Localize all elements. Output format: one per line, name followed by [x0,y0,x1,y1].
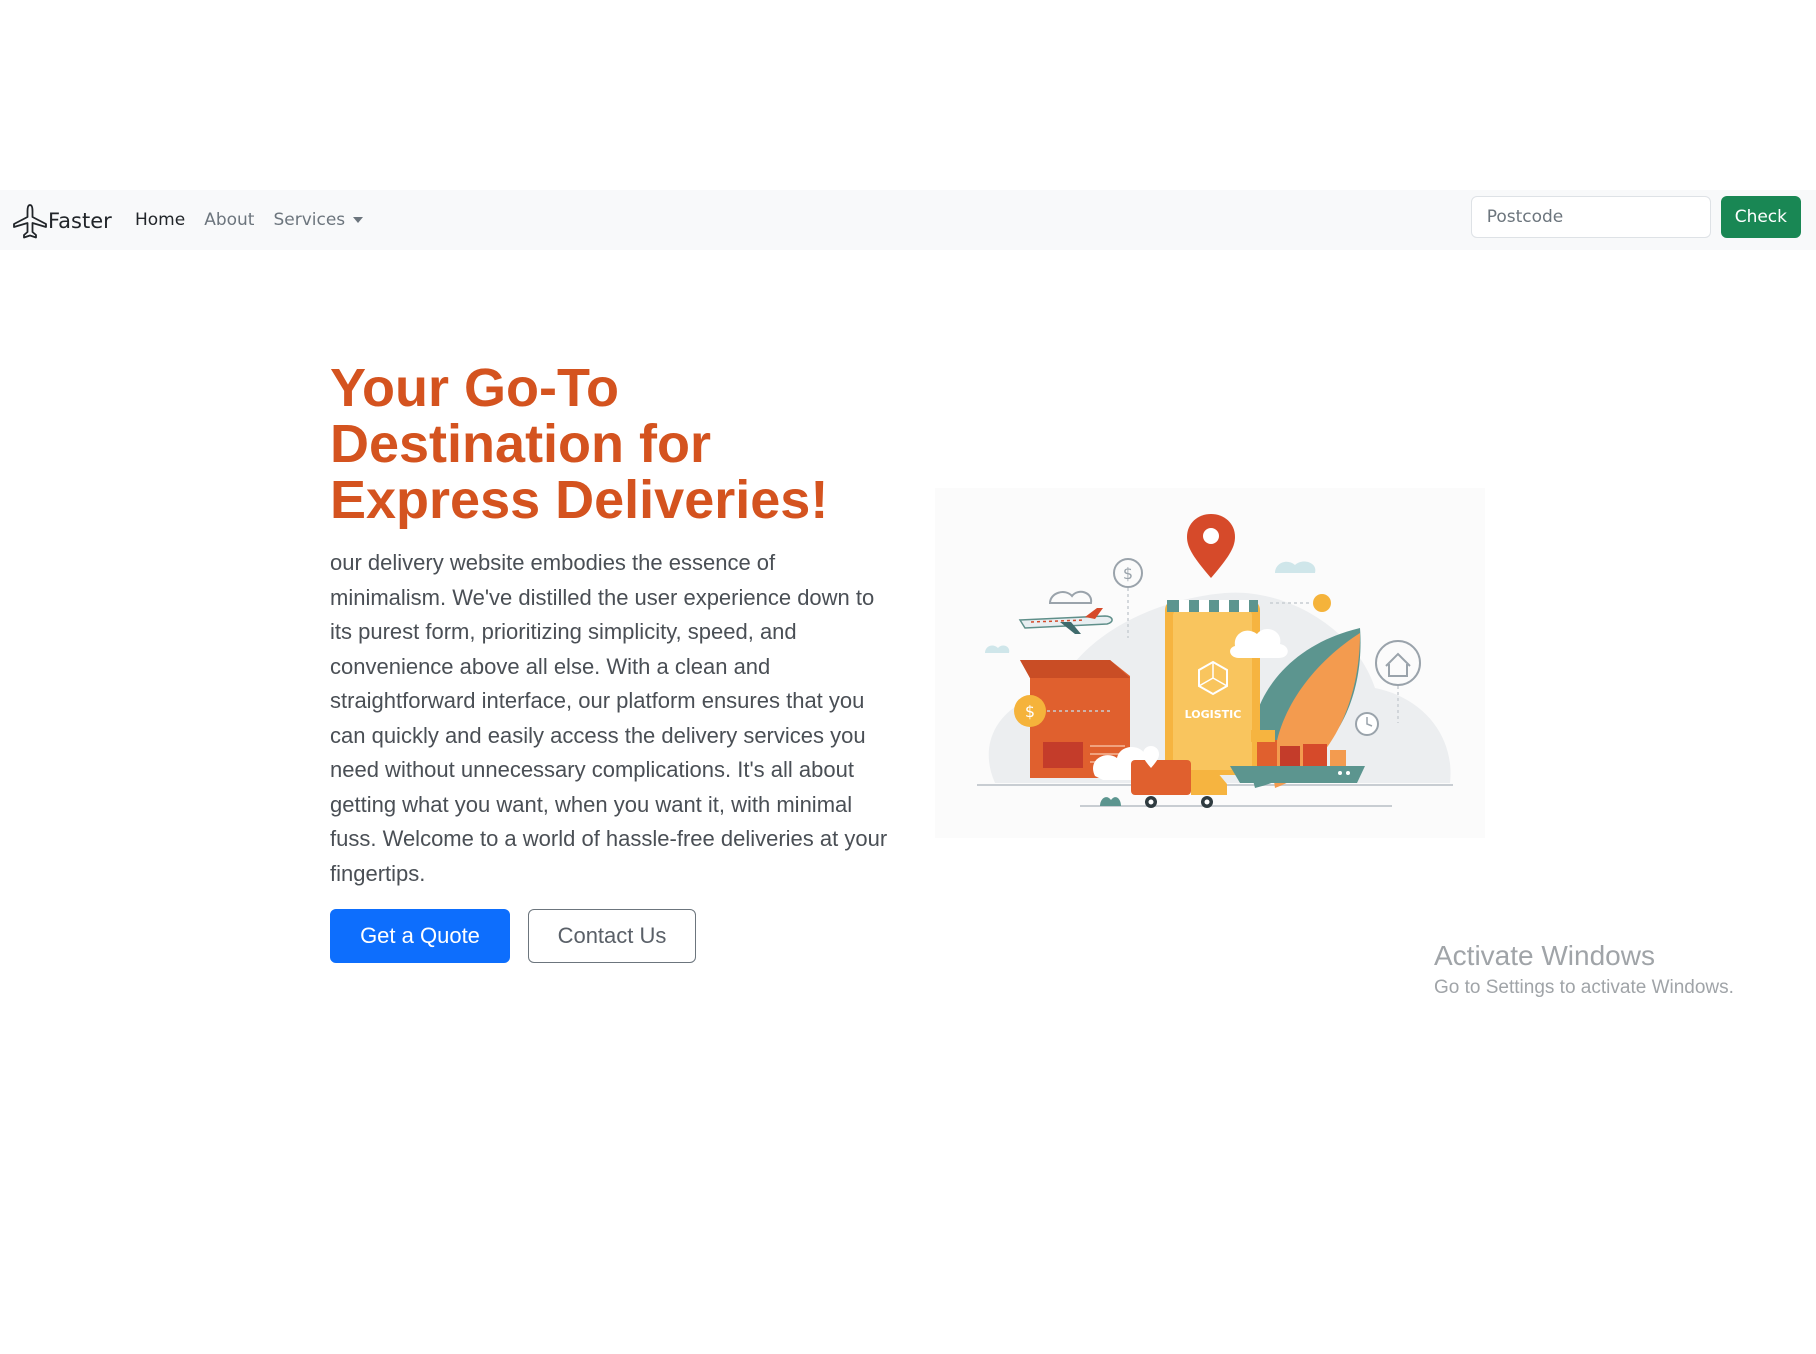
airplane-icon [13,204,47,239]
hero-description: our delivery website embodies the essenc… [330,550,888,886]
logistics-illustration-graphic: $ $ LOGISTIC [977,514,1453,808]
postcode-input[interactable] [1470,196,1711,238]
nav-dropdown-services[interactable]: Services [273,210,364,230]
get-quote-button[interactable]: Get a Quote [330,909,510,963]
contact-us-button[interactable]: Contact Us [528,909,696,963]
logistics-illustration: $ $ LOGISTIC [935,488,1485,838]
navbar: Faster Home About Services Check [0,190,1816,250]
caret-down-icon [353,217,364,223]
check-button[interactable]: Check [1720,196,1801,238]
windows-activation-watermark: Activate Windows Go to Settings to activ… [1434,938,1734,1002]
brand-name: Faster [48,209,112,233]
brand-link[interactable]: Faster [12,202,112,240]
nav-links: Home About Services [135,190,382,250]
watermark-title: Activate Windows [1434,940,1655,971]
hero-title: Your Go-To Destination for Express Deliv… [330,358,829,530]
illustration-phone-label: LOGISTIC [1185,708,1242,721]
nav-link-about[interactable]: About [204,210,254,230]
nav-link-home[interactable]: Home [135,210,185,230]
watermark-subtitle: Go to Settings to activate Windows. [1434,977,1734,998]
svg-text:$: $ [1123,564,1133,583]
nav-dropdown-services-label: Services [273,210,346,230]
svg-text:$: $ [1025,702,1035,721]
postcode-form: Check [1470,196,1801,238]
